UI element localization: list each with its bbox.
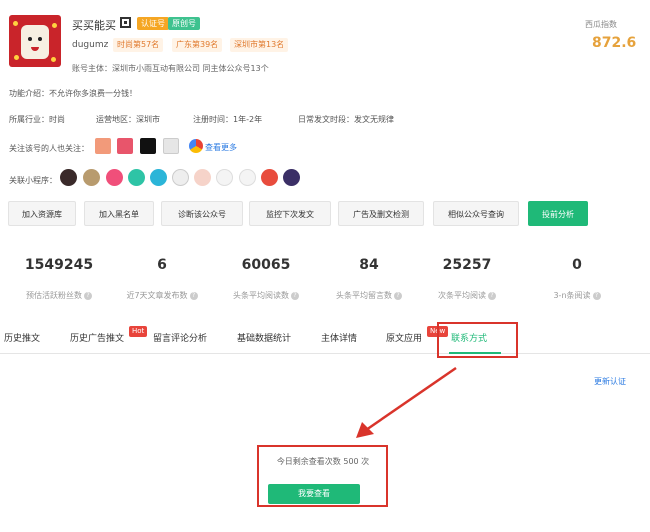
view-contact-button[interactable]: 我要查看 <box>268 484 360 504</box>
remaining-views-text: 今日剩余查看次数 500 次 <box>276 457 370 466</box>
